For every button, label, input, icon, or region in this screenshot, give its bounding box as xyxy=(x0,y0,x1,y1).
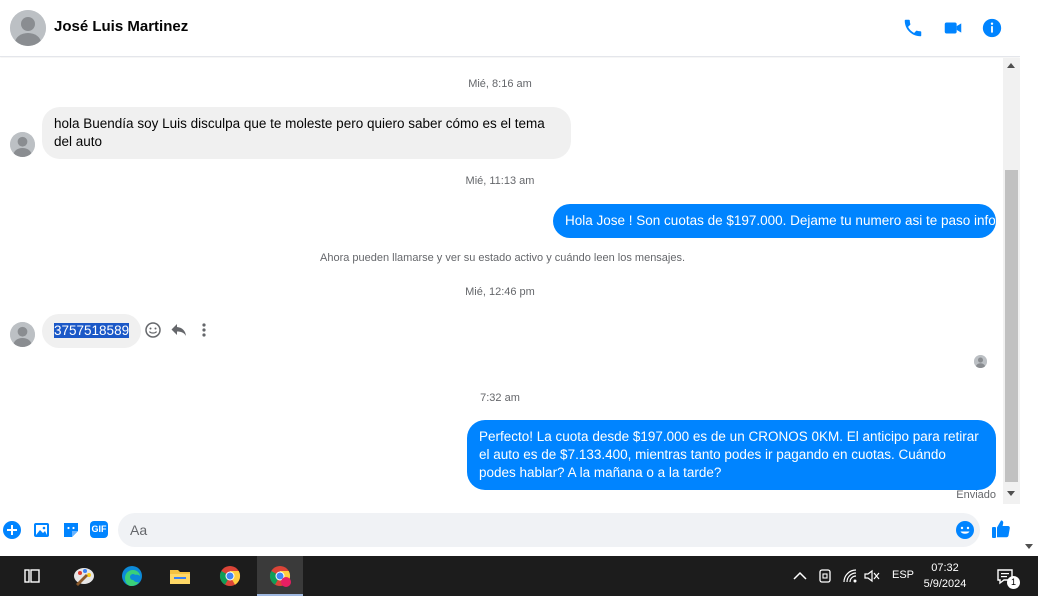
message-status: Enviado xyxy=(956,489,996,501)
timestamp: Mié, 8:16 am xyxy=(468,78,532,90)
scroll-up-arrow[interactable] xyxy=(1007,63,1015,68)
seen-avatar xyxy=(974,355,987,368)
composer: GIF xyxy=(0,505,1020,555)
outgoing-message[interactable]: Perfecto! La cuota desde $197.000 es de … xyxy=(467,420,996,490)
like-icon[interactable] xyxy=(990,518,1012,540)
selected-phone-number[interactable]: 3757518589 xyxy=(54,323,130,338)
add-icon[interactable] xyxy=(2,520,22,540)
timestamp: 7:32 am xyxy=(480,392,520,404)
phone-icon[interactable] xyxy=(902,17,924,39)
chat-header: José Luis Martinez xyxy=(0,0,1020,57)
react-emoji-icon[interactable] xyxy=(144,321,162,339)
volume-muted-icon[interactable] xyxy=(864,568,880,584)
scroll-down-arrow[interactable] xyxy=(1007,491,1015,496)
message-thread[interactable]: Mié, 8:16 am hola Buendía soy Luis discu… xyxy=(0,58,1003,504)
page-scrollbar[interactable] xyxy=(1020,0,1038,556)
contact-name[interactable]: José Luis Martinez xyxy=(54,18,188,35)
page-scroll-down-arrow[interactable] xyxy=(1025,544,1033,549)
clock-date: 5/9/2024 xyxy=(923,578,967,590)
photo-icon[interactable] xyxy=(32,520,52,540)
task-view-icon[interactable] xyxy=(9,556,55,596)
system-notice: Ahora pueden llamarse y ver su estado ac… xyxy=(320,252,686,264)
sticker-icon[interactable] xyxy=(61,520,81,540)
clock-time: 07:32 xyxy=(931,562,959,574)
edge-icon[interactable] xyxy=(109,556,155,596)
sender-avatar xyxy=(10,132,35,157)
paint-icon[interactable] xyxy=(61,556,107,596)
input-language[interactable]: ESP xyxy=(892,569,914,581)
system-clock[interactable]: 07:32 5/9/2024 xyxy=(920,560,970,592)
video-call-icon[interactable] xyxy=(942,17,964,39)
incoming-message[interactable]: hola Buendía soy Luis disculpa que te mo… xyxy=(42,107,571,159)
chrome-icon[interactable] xyxy=(207,556,253,596)
gif-icon[interactable]: GIF xyxy=(90,521,108,538)
scroll-thumb[interactable] xyxy=(1005,170,1018,482)
info-icon[interactable] xyxy=(981,17,1003,39)
notification-count: 1 xyxy=(1007,576,1020,589)
outgoing-message[interactable]: Hola Jose ! Son cuotas de $197.000. Deja… xyxy=(553,204,996,238)
incoming-message[interactable]: 3757518589 xyxy=(42,314,142,348)
emoji-icon[interactable] xyxy=(955,520,975,540)
reply-icon[interactable] xyxy=(170,321,188,339)
wifi-icon[interactable] xyxy=(842,568,858,584)
contact-avatar[interactable] xyxy=(10,10,46,46)
show-hidden-icons-icon[interactable] xyxy=(793,570,807,582)
windows-taskbar: ESP 07:32 5/9/2024 1 xyxy=(0,556,1038,596)
timestamp: Mié, 12:46 pm xyxy=(465,286,535,298)
message-input[interactable] xyxy=(118,513,980,547)
thread-scrollbar[interactable] xyxy=(1003,58,1020,504)
sender-avatar xyxy=(10,322,35,347)
more-options-icon[interactable] xyxy=(195,321,213,339)
meet-now-icon[interactable] xyxy=(817,568,833,584)
timestamp: Mié, 11:13 am xyxy=(465,175,535,187)
chrome-profile-icon[interactable] xyxy=(257,556,303,596)
file-explorer-icon[interactable] xyxy=(157,556,203,596)
